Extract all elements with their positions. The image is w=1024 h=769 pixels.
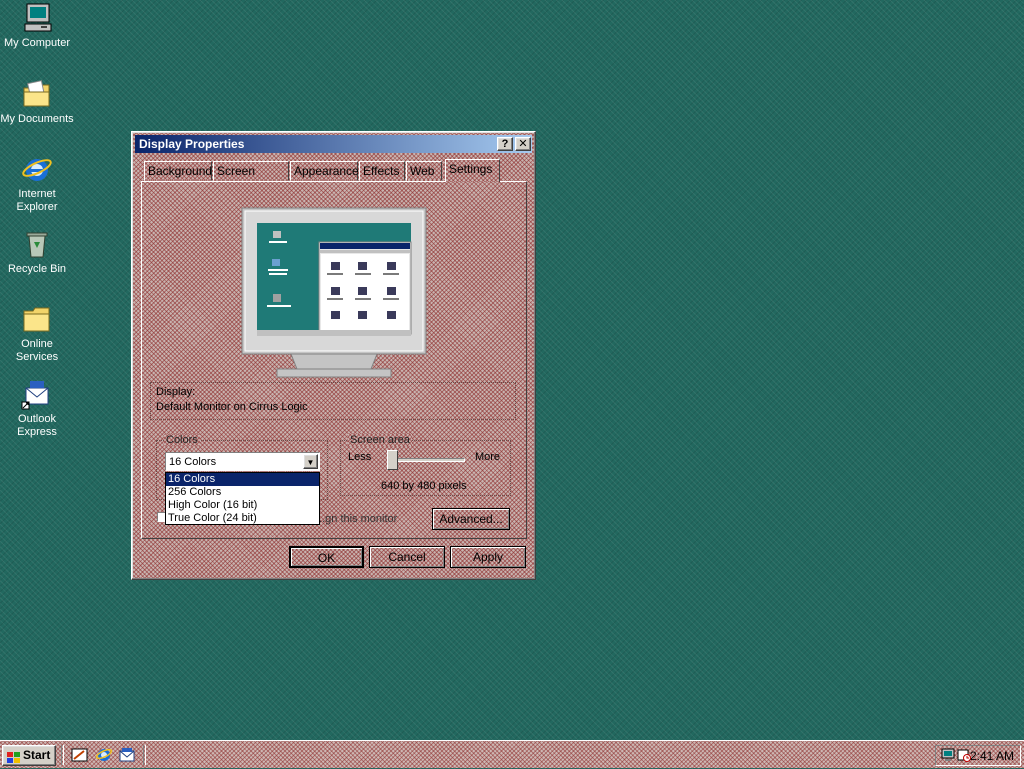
tab-appearance[interactable]: Appearance bbox=[290, 161, 359, 181]
tab-label: Appearance bbox=[294, 164, 359, 178]
window-title: Display Properties bbox=[139, 137, 245, 151]
slider-track bbox=[389, 458, 465, 462]
desktop-icon-label: Online Services bbox=[15, 338, 59, 363]
system-tray: 2:41 AM bbox=[935, 745, 1021, 766]
advanced-button-label: Advanced... bbox=[439, 512, 503, 526]
colors-option-256[interactable]: 256 Colors bbox=[166, 486, 319, 499]
tab-label: Background bbox=[148, 164, 213, 178]
desktop-icon-my-documents[interactable]: My Documents bbox=[0, 78, 74, 126]
advanced-button[interactable]: Advanced... bbox=[432, 508, 510, 530]
tab-label: Web bbox=[410, 164, 435, 178]
folder-documents-icon bbox=[21, 78, 53, 110]
desktop-icon-label: Outlook Express bbox=[17, 413, 57, 438]
internet-explorer-icon bbox=[21, 153, 53, 185]
folder-icon bbox=[21, 303, 53, 335]
tab-background[interactable]: Background bbox=[144, 161, 212, 181]
cancel-button-label: Cancel bbox=[388, 550, 426, 564]
screen-area-slider[interactable] bbox=[387, 450, 398, 470]
colors-select-value: 16 Colors bbox=[169, 456, 217, 468]
desktop-icon-recycle-bin[interactable]: Recycle Bin bbox=[0, 228, 74, 276]
screen-area-group: Screen area Less More 640 by 480 pixels bbox=[340, 434, 511, 496]
desktop-icon-label: My Computer bbox=[3, 37, 71, 49]
desktop-icon-label: My Documents bbox=[0, 113, 74, 125]
colors-group-label: Colors bbox=[165, 434, 198, 446]
apply-button-label: Apply bbox=[472, 550, 504, 564]
close-icon: ✕ bbox=[518, 138, 528, 150]
colors-option-true-color[interactable]: True Color (24 bit) bbox=[166, 512, 319, 525]
taskbar-separator bbox=[143, 745, 146, 765]
desktop-icon-outlook-express[interactable]: Outlook Express bbox=[0, 378, 74, 439]
chevron-down-icon[interactable]: ▼ bbox=[303, 454, 318, 469]
cancel-button[interactable]: Cancel bbox=[369, 546, 445, 568]
screen-area-group-label: Screen area bbox=[349, 434, 410, 446]
quick-launch-separator bbox=[61, 745, 64, 765]
start-button[interactable]: Start bbox=[2, 745, 56, 766]
display-info: Display: Default Monitor on Cirrus Logic bbox=[150, 382, 516, 420]
extend-desktop-label: ...gn this monitor bbox=[316, 513, 398, 525]
taskbar-clock[interactable]: 2:41 AM bbox=[970, 749, 1014, 763]
tab-effects[interactable]: Effects bbox=[359, 161, 405, 181]
colors-select[interactable]: 16 Colors ▼ bbox=[165, 452, 320, 471]
tab-label: Settings bbox=[449, 162, 493, 176]
desktop-icon-label: Recycle Bin bbox=[7, 263, 67, 275]
apply-button[interactable]: Apply bbox=[450, 546, 526, 568]
desktop-icon-online-services[interactable]: Online Services bbox=[0, 303, 74, 364]
desktop-icon-my-computer[interactable]: My Computer bbox=[0, 2, 74, 50]
tab-screen-saver[interactable]: Screen Saver bbox=[213, 161, 289, 197]
scheduler-icon[interactable] bbox=[957, 748, 971, 762]
tab-web[interactable]: Web bbox=[406, 161, 442, 181]
help-icon: ? bbox=[501, 138, 509, 150]
less-label: Less bbox=[348, 451, 372, 463]
colors-option-high-color[interactable]: High Color (16 bit) bbox=[166, 499, 319, 512]
tab-settings[interactable]: Settings bbox=[445, 159, 500, 182]
outlook-express-icon[interactable] bbox=[118, 747, 136, 763]
outlook-express-icon bbox=[21, 378, 53, 410]
tab-label: Effects bbox=[363, 164, 400, 178]
display-value: Default Monitor on Cirrus Logic bbox=[156, 401, 308, 413]
colors-option-16[interactable]: 16 Colors bbox=[166, 473, 319, 486]
start-label: Start bbox=[23, 748, 51, 762]
taskbar: Start 2:41 AM bbox=[0, 740, 1024, 768]
computer-icon bbox=[21, 2, 53, 34]
internet-explorer-icon[interactable] bbox=[95, 747, 113, 763]
show-desktop-icon[interactable] bbox=[71, 747, 89, 763]
window-titlebar[interactable]: Display Properties ? ✕ bbox=[135, 135, 532, 153]
monitor-preview bbox=[241, 207, 427, 379]
close-button[interactable]: ✕ bbox=[515, 137, 531, 151]
colors-dropdown-list: 16 Colors 256 Colors High Color (16 bit)… bbox=[165, 472, 320, 525]
display-settings-icon[interactable] bbox=[941, 748, 955, 762]
ok-button-label: OK bbox=[317, 551, 336, 565]
ok-button[interactable]: OK bbox=[289, 546, 364, 568]
more-label: More bbox=[474, 451, 500, 463]
desktop-icon-label: Internet Explorer bbox=[16, 188, 58, 213]
windows-logo-icon bbox=[7, 750, 20, 763]
desktop-icon-internet-explorer[interactable]: Internet Explorer bbox=[0, 153, 74, 214]
recycle-bin-icon bbox=[21, 228, 53, 260]
resolution-text: 640 by 480 pixels bbox=[381, 480, 467, 492]
help-button[interactable]: ? bbox=[497, 137, 513, 151]
display-label: Display: bbox=[156, 386, 196, 398]
